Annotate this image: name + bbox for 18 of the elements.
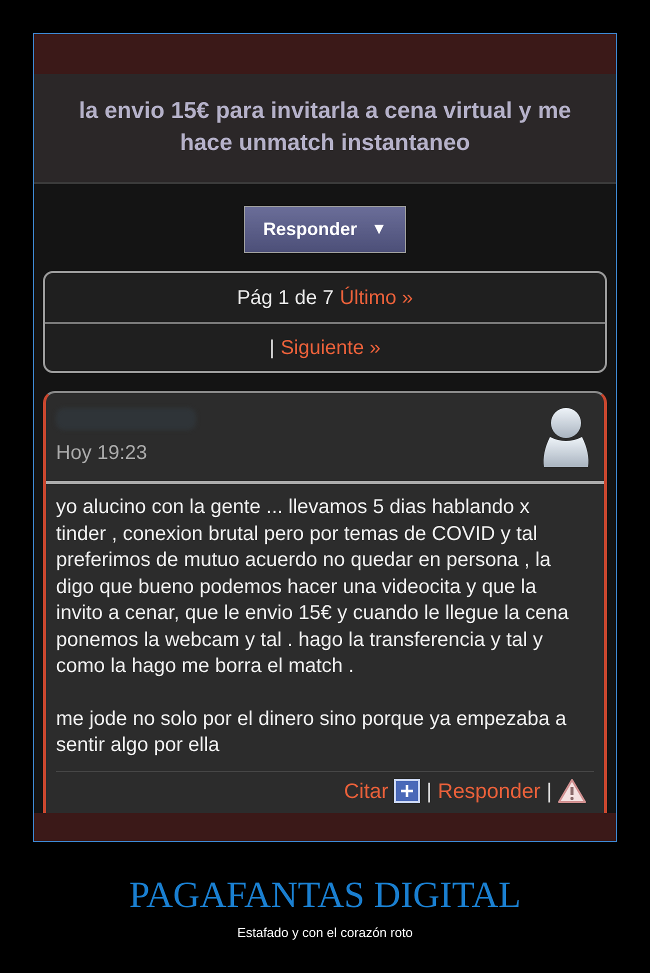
caption-subtitle: Estafado y con el corazón roto [236,924,414,942]
post-paragraph: yo alucino con la gente ... llevamos 5 dias hablando x tinder , conexion brutal pero por temas de COVID y tal preferimos de mutuo acuerdo no quedar en persona , la digo que bueno podemos hacer una videocita y que la invito a cenar, que le envio 15€ y cuando le llegue la cena ponemos la webcam y tal . hago la transferencia y tal y como la hago me borra el match . [56,495,570,679]
post-paragraph: me jode no solo por el dinero sino porque ya empezaba a sentir algo por ella [56,706,568,758]
page-info: Pág 1 de 7 [236,286,334,310]
next-page-link[interactable]: Siguiente » [280,332,381,362]
separator: | [426,778,432,804]
last-page-link[interactable]: Último » [340,282,414,312]
reply-button[interactable]: Responder ▼ [244,206,406,253]
post-time: Hoy 19:23 [56,441,148,466]
post-action-link[interactable]: Responder [438,776,541,807]
separator: | [269,336,275,360]
warning-icon[interactable] [558,778,586,804]
separator: | [546,778,552,804]
avatar-icon [542,407,590,469]
caption-title: PAGAFANTAS DIGITAL [128,876,522,917]
plus-icon[interactable] [394,779,420,804]
post-action-link[interactable]: Citar [344,776,388,807]
thread-title: la envio 15€ para invitarla a cena virtual y me hace unmatch instantaneo [78,96,572,157]
